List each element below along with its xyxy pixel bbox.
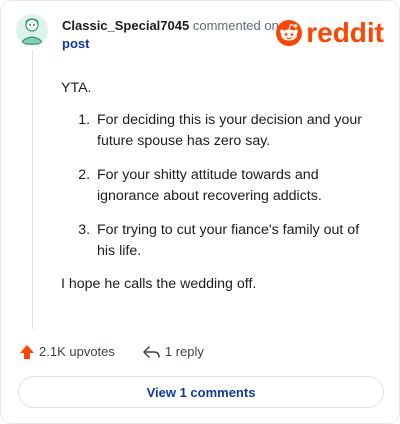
upvote-arrow-icon xyxy=(20,345,34,359)
list-item: For deciding this is your decision and y… xyxy=(94,110,379,152)
username-link[interactable]: Classic_Special7045 xyxy=(62,18,189,33)
user-avatar-icon xyxy=(16,14,48,46)
upvote-button[interactable]: 2.1K upvotes xyxy=(19,342,115,362)
reddit-wordmark: reddit xyxy=(306,17,384,48)
comment-points-list: For deciding this is your decision and y… xyxy=(61,110,379,262)
list-item: For your shitty attitude towards and ign… xyxy=(94,165,379,207)
thread-line[interactable] xyxy=(32,51,33,329)
comment-intro: YTA. xyxy=(61,80,92,96)
reply-count: 1 reply xyxy=(164,344,204,359)
comment-body: YTA. For deciding this is your decision … xyxy=(61,78,379,295)
reply-arrow-icon xyxy=(143,346,160,358)
commented-on-text: commented on xyxy=(192,18,279,33)
reddit-snoo-icon xyxy=(276,20,303,46)
reply-button[interactable]: 1 reply xyxy=(143,342,204,362)
upvote-count: 2.1K upvotes xyxy=(39,344,115,359)
post-link[interactable]: post xyxy=(62,36,89,52)
comment-card: Classic_Special7045 commented on post re… xyxy=(0,0,400,424)
list-item: For trying to cut your fiance's family o… xyxy=(94,220,379,262)
view-comments-button[interactable]: View 1 comments xyxy=(18,376,384,408)
action-bar: 2.1K upvotes 1 reply xyxy=(19,342,204,362)
comment-header: Classic_Special7045 commented on xyxy=(62,18,279,34)
avatar[interactable] xyxy=(16,14,48,46)
reddit-logo[interactable]: reddit xyxy=(276,18,384,48)
comment-closing: I hope he calls the wedding off. xyxy=(61,276,257,292)
